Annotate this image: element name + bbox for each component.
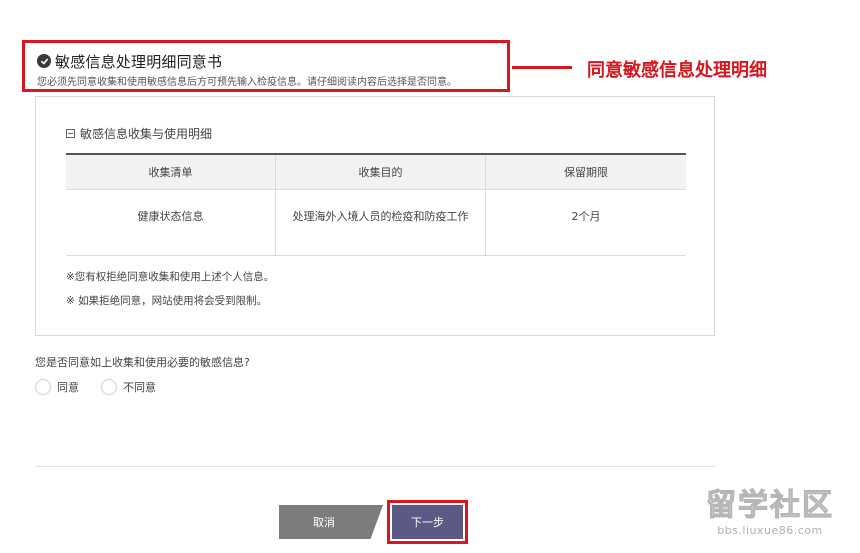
agree-option[interactable]: 同意	[35, 379, 79, 395]
consent-title: 敏感信息处理明细同意书	[55, 52, 223, 71]
cell-purpose: 处理海外入境人员的检疫和防疫工作	[275, 189, 486, 256]
cell-collection-item: 健康状态信息	[66, 189, 276, 256]
watermark-url: bbs.liuxue86.com	[717, 524, 823, 537]
agree-radio[interactable]	[35, 379, 51, 395]
disagree-option[interactable]: 不同意	[101, 379, 156, 395]
consent-subtitle: 您必须先同意收集和使用敏感信息后方可预先输入检疫信息。请仔细阅读内容后选择是否同…	[37, 77, 457, 88]
consent-title-row: 敏感信息处理明细同意书	[37, 51, 497, 71]
consent-page: 敏感信息处理明细同意书 您必须先同意收集和使用敏感信息后方可预先输入检疫信息。请…	[0, 0, 860, 553]
column-header-purpose: 收集目的	[275, 153, 486, 190]
consent-radio-group: 同意 不同意	[35, 379, 178, 395]
annotation-connector-line	[512, 66, 572, 69]
consent-title-highlight: 敏感信息处理明细同意书 您必须先同意收集和使用敏感信息后方可预先输入检疫信息。请…	[22, 40, 510, 92]
table-header-row: 收集清单 收集目的 保留期限	[66, 153, 686, 190]
refusal-restriction-note: ※ 如果拒绝同意，网站使用将会受到限制。	[66, 295, 268, 307]
column-header-collection-list: 收集清单	[66, 153, 276, 190]
disagree-radio[interactable]	[101, 379, 117, 395]
check-circle-icon	[37, 54, 51, 68]
watermark-logo: 留学社区	[706, 488, 834, 524]
collection-detail-table: 收集清单 收集目的 保留期限 健康状态信息 处理海外入境人员的检疫和防疫工作 2…	[66, 153, 686, 256]
panel-heading-text: 敏感信息收集与使用明细	[80, 127, 213, 141]
panel-heading: 敏感信息收集与使用明细	[66, 125, 212, 142]
sensitive-info-panel: 敏感信息收集与使用明细 收集清单 收集目的 保留期限 健康状态信息 处理海外入境…	[35, 96, 715, 336]
column-header-retention: 保留期限	[485, 153, 686, 190]
site-watermark: 留学社区 bbs.liuxue86.com	[690, 488, 850, 548]
table-row: 健康状态信息 处理海外入境人员的检疫和防疫工作 2个月	[66, 189, 686, 256]
right-to-refuse-note: ※您有权拒绝同意收集和使用上述个人信息。	[66, 271, 275, 283]
disagree-label: 不同意	[123, 381, 156, 394]
consent-question: 您是否同意如上收集和使用必要的敏感信息?	[35, 356, 250, 369]
cancel-button[interactable]: 取消	[279, 505, 383, 539]
agree-label: 同意	[57, 381, 79, 394]
cell-retention-period: 2个月	[485, 189, 686, 256]
annotation-label: 同意敏感信息处理明细	[587, 60, 767, 81]
document-icon	[66, 129, 75, 138]
next-step-button[interactable]: 下一步	[392, 505, 463, 539]
next-button-highlight: 下一步	[387, 500, 468, 544]
section-divider	[35, 466, 715, 467]
